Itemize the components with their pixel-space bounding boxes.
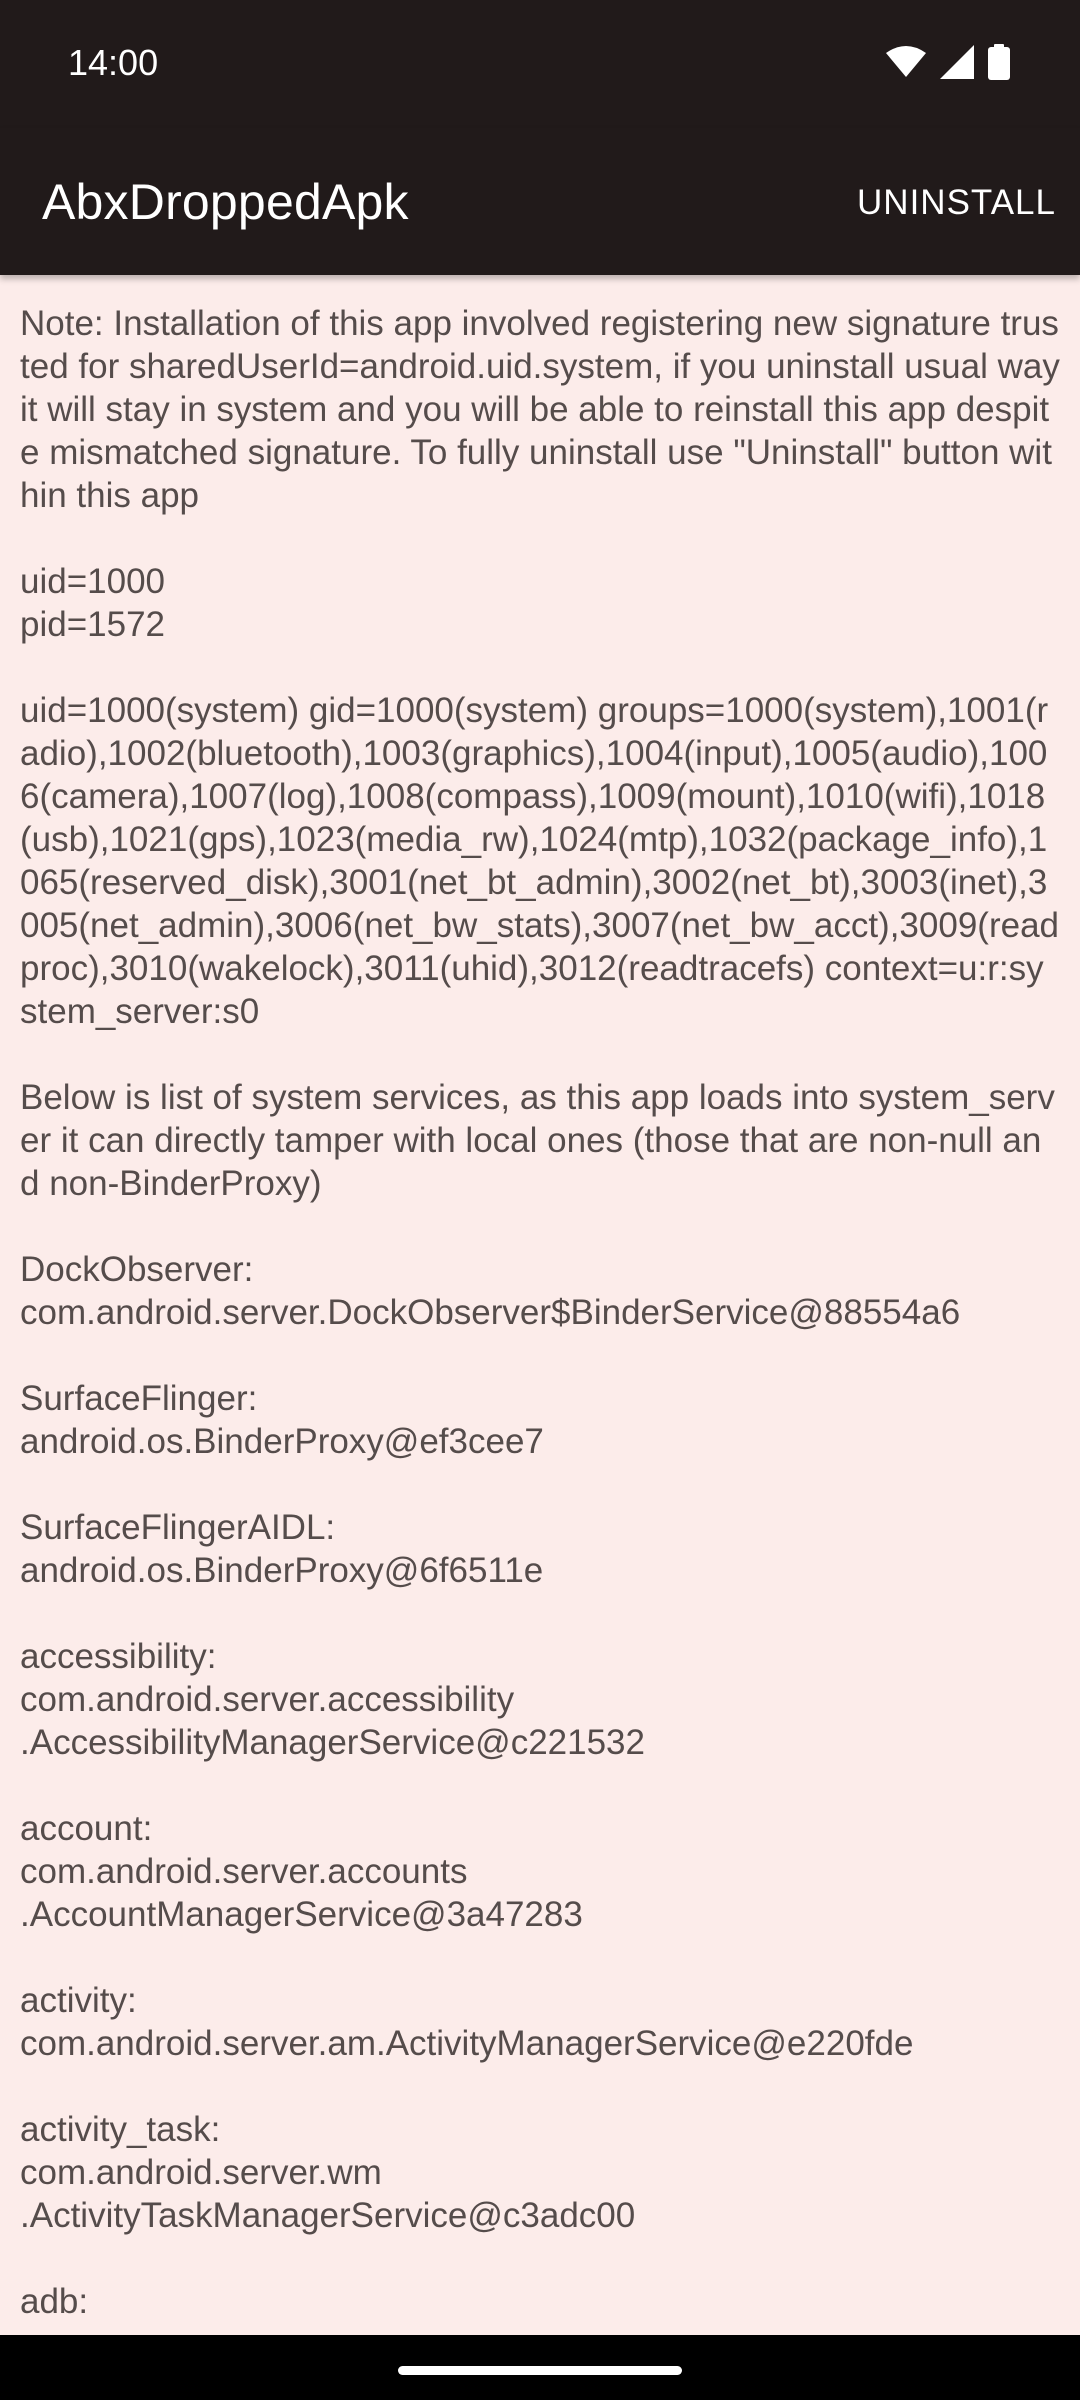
cellular-signal-icon [940,44,974,84]
app-bar: AbxDroppedApk UNINSTALL [0,128,1080,275]
status-bar: 14:00 [0,0,1080,128]
content-scroll-area[interactable]: Note: Installation of this app involved … [0,275,1080,2335]
status-icons [886,43,1010,85]
app-title: AbxDroppedApk [42,174,409,230]
info-text: Note: Installation of this app involved … [20,304,1060,2321]
status-time: 14:00 [68,42,159,83]
home-gesture-handle[interactable] [398,2366,682,2375]
wifi-icon [886,45,926,83]
uninstall-button[interactable]: UNINSTALL [857,178,1056,228]
navigation-bar [0,2335,1080,2400]
battery-icon [988,43,1010,85]
